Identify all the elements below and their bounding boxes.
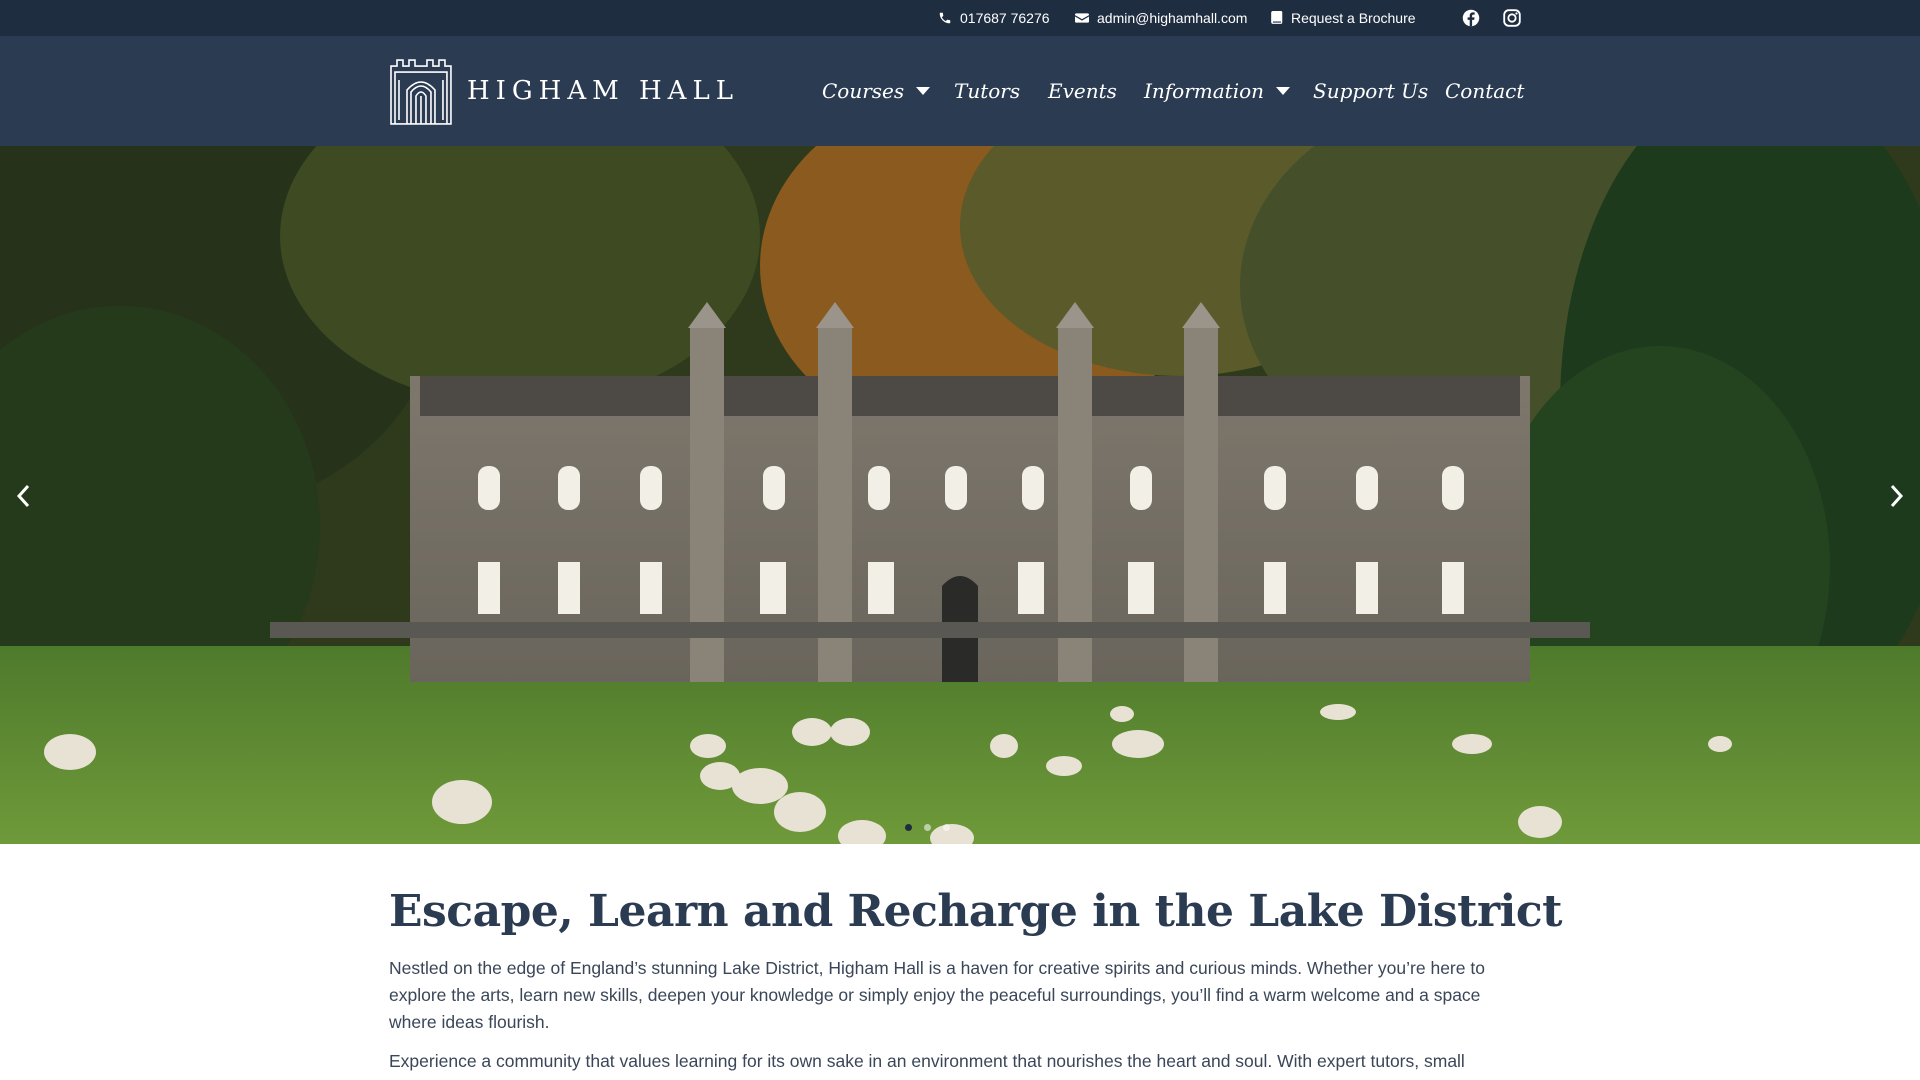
intro-paragraph: Experience a community that values learn…: [389, 1050, 1465, 1071]
hero-image: [0, 146, 1920, 844]
nav-label: Events: [1048, 79, 1117, 103]
slide-dot[interactable]: [905, 824, 912, 831]
page-heading: Escape, Learn and Recharge in the Lake D…: [389, 886, 1563, 937]
instagram-icon[interactable]: [1501, 7, 1523, 29]
intro-section: Escape, Learn and Recharge in the Lake D…: [389, 886, 1563, 1075]
nav-item-tutors[interactable]: Tutors: [954, 36, 1020, 146]
slide-dot[interactable]: [924, 824, 931, 831]
logo-wordmark: HIGHAM HALL: [466, 76, 739, 106]
top-utility-bar: 017687 76276 admin@highamhall.com Reques…: [0, 0, 1920, 36]
phone-icon: [939, 12, 951, 24]
book-icon: [1271, 11, 1283, 24]
chevron-right-icon: [1890, 484, 1904, 508]
nav-item-courses[interactable]: Courses: [822, 36, 931, 146]
site-header: HIGHAM HALL Courses Tutors Events Inform…: [0, 36, 1920, 146]
slide-dot[interactable]: [943, 824, 950, 831]
nav-label: Contact: [1445, 79, 1525, 103]
slider-pagination: [905, 824, 950, 831]
brochure-label: Request a Brochure: [1291, 10, 1416, 26]
phone-link[interactable]: 017687 76276: [938, 0, 1050, 36]
chevron-left-icon: [16, 484, 30, 508]
site-logo[interactable]: HIGHAM HALL: [389, 54, 739, 128]
nav-label: Support Us: [1313, 79, 1429, 103]
nav-item-contact[interactable]: Contact: [1445, 36, 1524, 146]
nav-item-events[interactable]: Events: [1048, 36, 1117, 146]
phone-number: 017687 76276: [960, 10, 1050, 26]
nav-item-support-us[interactable]: Support Us: [1313, 36, 1428, 146]
email-address: admin@highamhall.com: [1097, 10, 1248, 26]
brochure-link[interactable]: Request a Brochure: [1271, 0, 1416, 36]
intro-paragraph: Nestled on the edge of England’s stunnin…: [389, 957, 1485, 1032]
envelope-icon: [1075, 13, 1089, 23]
hall-emblem-icon: [390, 59, 452, 125]
email-link[interactable]: admin@highamhall.com: [1075, 0, 1247, 36]
next-slide-button[interactable]: [1882, 476, 1912, 516]
previous-slide-button[interactable]: [8, 476, 38, 516]
nav-item-information[interactable]: Information: [1144, 36, 1291, 146]
nav-label: Tutors: [954, 79, 1021, 103]
hero-slider[interactable]: [0, 146, 1920, 844]
nav-label: Courses: [822, 79, 905, 103]
facebook-icon[interactable]: [1460, 7, 1482, 29]
nav-label: Information: [1144, 79, 1265, 103]
caret-down-icon: [916, 87, 931, 95]
caret-down-icon: [1276, 87, 1291, 95]
